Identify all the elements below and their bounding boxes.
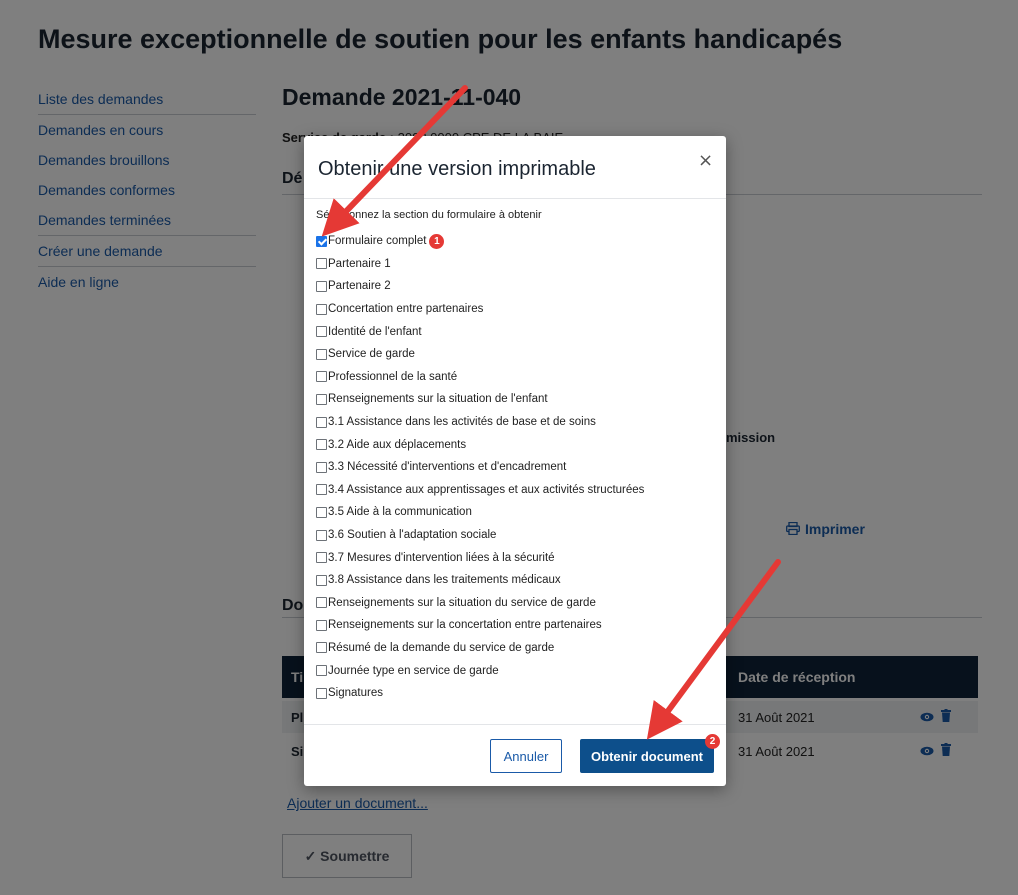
section-option-label: Renseignements sur la situation du servi… xyxy=(328,596,596,609)
checkbox[interactable] xyxy=(316,371,327,383)
checkbox[interactable] xyxy=(316,484,327,496)
section-option-label: Concertation entre partenaires xyxy=(328,303,484,316)
section-option-label: 3.3 Nécessité d'interventions et d'encad… xyxy=(328,461,567,474)
section-option-label: 3.6 Soutien à l'adaptation sociale xyxy=(328,529,497,542)
section-option-label: 3.7 Mesures d'intervention liées à la sé… xyxy=(328,551,555,564)
section-option-label: Résumé de la demande du service de garde xyxy=(328,641,555,654)
section-option-label: Renseignements sur la situation de l'enf… xyxy=(328,393,548,406)
divider xyxy=(304,724,726,725)
section-option-label: Professionnel de la santé xyxy=(328,370,458,383)
section-option-label: Identité de l'enfant xyxy=(328,325,422,338)
section-option[interactable]: 3.7 Mesures d'intervention liées à la sé… xyxy=(316,546,644,569)
section-option[interactable]: Formulaire complet 1 xyxy=(316,230,644,253)
section-option[interactable]: Service de garde xyxy=(316,343,644,366)
checkbox[interactable] xyxy=(316,416,327,428)
section-option[interactable]: Résumé de la demande du service de garde xyxy=(316,637,644,660)
checkbox[interactable] xyxy=(316,619,327,631)
section-option-label: Renseignements sur la concertation entre… xyxy=(328,619,602,632)
section-option[interactable]: 3.6 Soutien à l'adaptation sociale xyxy=(316,524,644,547)
checkbox[interactable] xyxy=(316,597,327,609)
section-option[interactable]: Renseignements sur la concertation entre… xyxy=(316,614,644,637)
checkbox[interactable] xyxy=(316,529,327,541)
section-option[interactable]: 3.1 Assistance dans les activités de bas… xyxy=(316,411,644,434)
section-option[interactable]: 3.4 Assistance aux apprentissages et aux… xyxy=(316,479,644,502)
checkbox[interactable] xyxy=(316,280,327,292)
section-option-label: Signatures xyxy=(328,687,383,700)
section-option-label: Service de garde xyxy=(328,348,415,361)
annotation-badge-1: 1 xyxy=(429,233,445,249)
section-option[interactable]: 3.3 Nécessité d'interventions et d'encad… xyxy=(316,456,644,479)
checkbox[interactable] xyxy=(316,642,327,654)
cancel-button[interactable]: Annuler xyxy=(490,739,562,773)
section-option[interactable]: Concertation entre partenaires xyxy=(316,298,644,321)
section-option-label: Partenaire 1 xyxy=(328,257,391,270)
checkbox[interactable] xyxy=(316,303,327,315)
section-option[interactable]: Identité de l'enfant xyxy=(316,320,644,343)
section-option[interactable]: 3.8 Assistance dans les traitements médi… xyxy=(316,569,644,592)
section-option[interactable]: Signatures xyxy=(316,682,644,705)
checkbox[interactable] xyxy=(316,506,327,518)
checkbox[interactable] xyxy=(316,665,327,677)
section-option[interactable]: 3.2 Aide aux déplacements xyxy=(316,433,644,456)
section-option[interactable]: Renseignements sur la situation de l'enf… xyxy=(316,388,644,411)
section-option-label: 3.1 Assistance dans les activités de bas… xyxy=(328,416,596,429)
section-option-label: Journée type en service de garde xyxy=(328,664,499,677)
section-option-label: Formulaire complet xyxy=(328,235,427,248)
section-option[interactable]: Journée type en service de garde xyxy=(316,659,644,682)
get-document-button[interactable]: Obtenir document xyxy=(580,739,714,773)
print-dialog: Obtenir une version imprimable × Sélecti… xyxy=(304,136,726,786)
checkbox[interactable] xyxy=(316,348,327,360)
section-options-list: Formulaire complet 1 Partenaire 1 Partenair… xyxy=(316,230,644,704)
annotation-badge-2: 2 xyxy=(705,734,720,749)
section-option[interactable]: Renseignements sur la situation du servi… xyxy=(316,592,644,615)
dialog-title: Obtenir une version imprimable xyxy=(318,158,596,180)
section-option-label: 3.4 Assistance aux apprentissages et aux… xyxy=(328,483,645,496)
divider xyxy=(304,198,726,199)
checkbox[interactable] xyxy=(316,687,327,699)
checkbox[interactable] xyxy=(316,574,327,586)
section-option[interactable]: 3.5 Aide à la communication xyxy=(316,501,644,524)
checkbox[interactable] xyxy=(316,326,327,338)
section-option-label: 3.8 Assistance dans les traitements médi… xyxy=(328,574,561,587)
checkbox[interactable] xyxy=(316,258,327,270)
section-option-label: Partenaire 2 xyxy=(328,280,391,293)
section-option[interactable]: Partenaire 2 xyxy=(316,275,644,298)
section-select-label: Sélectionnez la section du formulaire à … xyxy=(316,209,542,221)
checkbox[interactable] xyxy=(316,393,327,405)
checkbox[interactable] xyxy=(316,552,327,564)
close-icon[interactable]: × xyxy=(698,150,713,171)
checkbox[interactable] xyxy=(316,439,327,451)
section-option[interactable]: Partenaire 1 xyxy=(316,253,644,276)
checkbox[interactable] xyxy=(316,461,327,473)
section-option-label: 3.5 Aide à la communication xyxy=(328,506,472,519)
section-option-label: 3.2 Aide aux déplacements xyxy=(328,438,467,451)
checkbox-checked[interactable] xyxy=(316,235,327,247)
section-option[interactable]: Professionnel de la santé xyxy=(316,366,644,389)
